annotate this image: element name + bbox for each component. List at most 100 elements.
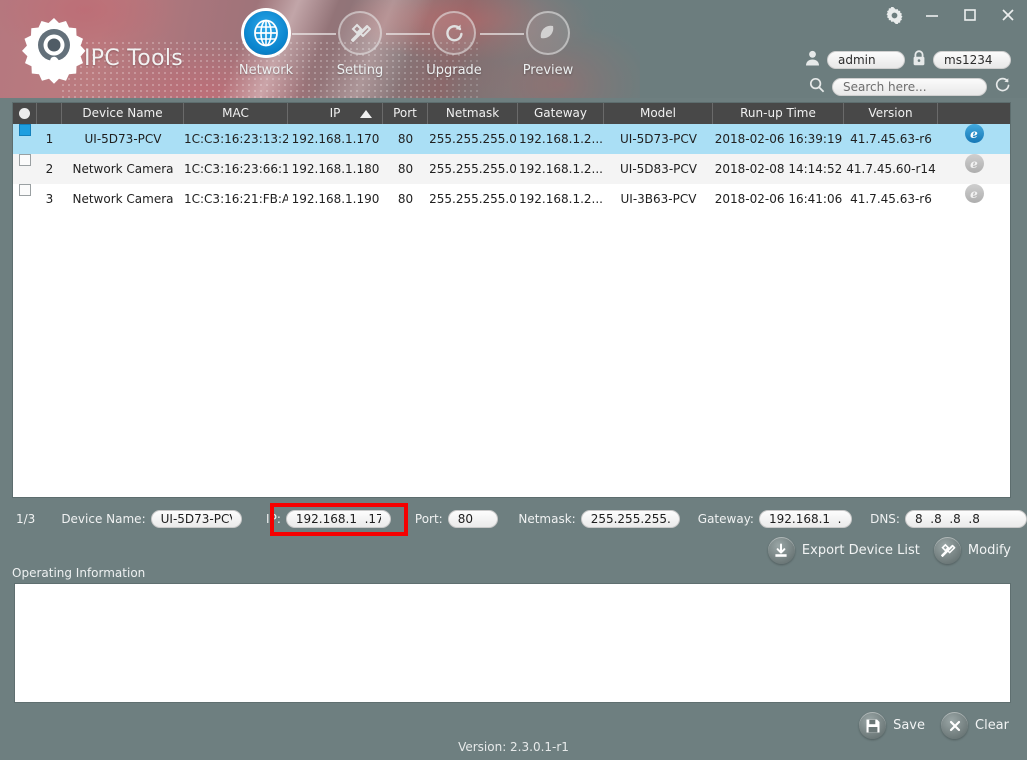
row-netmask: 255.255.255.0 bbox=[428, 124, 518, 154]
ip-label: IP: bbox=[266, 512, 281, 526]
row-port: 80 bbox=[383, 124, 428, 154]
row-link-cell[interactable]: e bbox=[938, 184, 1010, 214]
column-ip[interactable]: IP bbox=[288, 103, 383, 124]
username-value: admin bbox=[838, 53, 876, 67]
password-value: ms1234 bbox=[944, 53, 992, 67]
row-link-cell[interactable]: e bbox=[938, 154, 1010, 184]
column-netmask[interactable]: Netmask bbox=[428, 103, 518, 124]
row-device-name: Network Camera bbox=[62, 154, 184, 184]
tools-icon bbox=[934, 537, 961, 564]
row-runup-time: 2018-02-06 16:39:19 bbox=[713, 124, 844, 154]
internet-explorer-icon[interactable]: e bbox=[965, 154, 984, 173]
column-device-name[interactable]: Device Name bbox=[62, 103, 184, 124]
table-row[interactable]: 1 UI-5D73-PCV 1C:C3:16:23:13:2F 192.168.… bbox=[13, 124, 1010, 154]
clear-button[interactable]: Clear bbox=[941, 712, 1009, 739]
nav-item-network[interactable]: Network bbox=[218, 6, 314, 78]
row-checkbox[interactable] bbox=[19, 154, 31, 166]
row-version: 41.7.45.63-r6 bbox=[844, 184, 938, 214]
ipc-tools-window: IPC Tools Network bbox=[0, 0, 1027, 760]
globe-icon bbox=[244, 11, 288, 55]
column-mac-label: MAC bbox=[222, 106, 249, 120]
nav-label-network: Network bbox=[218, 63, 314, 78]
app-logo-icon bbox=[18, 14, 90, 86]
search-icon[interactable] bbox=[809, 77, 825, 97]
export-device-list-button[interactable]: Export Device List bbox=[768, 537, 920, 564]
save-button[interactable]: Save bbox=[859, 712, 925, 739]
row-version: 41.7.45.60-r14 bbox=[844, 154, 938, 184]
row-checkbox-cell[interactable] bbox=[13, 124, 37, 154]
username-field[interactable]: admin bbox=[827, 51, 905, 69]
close-icon[interactable] bbox=[997, 4, 1019, 26]
row-link-cell[interactable]: e bbox=[938, 124, 1010, 154]
netmask-input[interactable] bbox=[581, 510, 680, 528]
row-index: 1 bbox=[37, 124, 62, 154]
port-input-field[interactable] bbox=[458, 512, 489, 526]
dns-input-field[interactable] bbox=[915, 512, 1017, 526]
refresh-circle-icon[interactable] bbox=[994, 76, 1011, 97]
gateway-input[interactable] bbox=[759, 510, 852, 528]
row-checkbox[interactable] bbox=[19, 184, 31, 196]
device-name-input-field[interactable] bbox=[161, 512, 232, 526]
ip-input-field[interactable] bbox=[296, 512, 381, 526]
close-circle-icon bbox=[941, 712, 968, 739]
column-device-name-label: Device Name bbox=[82, 106, 162, 120]
column-mac[interactable]: MAC bbox=[184, 103, 288, 124]
search-input[interactable] bbox=[832, 78, 987, 96]
password-field[interactable]: ms1234 bbox=[933, 51, 1011, 69]
dns-input[interactable] bbox=[905, 510, 1027, 528]
row-mac: 1C:C3:16:23:66:16 bbox=[184, 154, 288, 184]
row-checkbox[interactable] bbox=[19, 124, 31, 136]
row-model: UI-3B63-PCV bbox=[604, 184, 713, 214]
row-index: 2 bbox=[37, 154, 62, 184]
row-netmask: 255.255.255.0 bbox=[428, 184, 518, 214]
gear-icon[interactable] bbox=[883, 4, 905, 26]
lock-icon bbox=[912, 50, 926, 70]
netmask-label: Netmask: bbox=[518, 512, 575, 526]
column-port[interactable]: Port bbox=[383, 103, 428, 124]
row-ip: 192.168.1.190 bbox=[288, 184, 383, 214]
window-controls bbox=[883, 4, 1019, 26]
device-name-label: Device Name: bbox=[61, 512, 145, 526]
table-row[interactable]: 2 Network Camera 1C:C3:16:23:66:16 192.1… bbox=[13, 154, 1010, 184]
column-runup-time-label: Run-up Time bbox=[740, 106, 816, 120]
row-checkbox-cell[interactable] bbox=[13, 184, 37, 214]
column-index[interactable] bbox=[37, 103, 62, 124]
clear-label: Clear bbox=[975, 718, 1009, 733]
gateway-label: Gateway: bbox=[698, 512, 754, 526]
row-runup-time: 2018-02-08 14:14:52 bbox=[713, 154, 844, 184]
table-actions: Export Device List Modify bbox=[768, 537, 1011, 564]
select-all-checkbox[interactable] bbox=[19, 108, 30, 119]
port-input[interactable] bbox=[448, 510, 499, 528]
log-actions: Save Clear bbox=[859, 712, 1009, 739]
nav-label-setting: Setting bbox=[312, 63, 408, 78]
row-checkbox-cell[interactable] bbox=[13, 154, 37, 184]
search-input-field[interactable] bbox=[843, 80, 976, 94]
column-ip-label: IP bbox=[330, 106, 341, 120]
ip-input[interactable] bbox=[286, 510, 391, 528]
modify-button[interactable]: Modify bbox=[934, 537, 1011, 564]
device-edit-form: 1/3 Device Name: IP: Port: Netmask: Gate… bbox=[0, 505, 1027, 533]
row-device-name: UI-5D73-PCV bbox=[62, 124, 184, 154]
operating-information-box[interactable] bbox=[14, 583, 1011, 703]
nav-item-upgrade[interactable]: Upgrade bbox=[406, 6, 502, 78]
internet-explorer-icon[interactable]: e bbox=[965, 124, 984, 143]
page-counter: 1/3 bbox=[16, 512, 35, 526]
refresh-icon bbox=[432, 11, 476, 55]
netmask-input-field[interactable] bbox=[591, 512, 670, 526]
maximize-icon[interactable] bbox=[959, 4, 981, 26]
column-runup-time[interactable]: Run-up Time bbox=[713, 103, 844, 124]
row-ip: 192.168.1.180 bbox=[288, 154, 383, 184]
device-name-input[interactable] bbox=[151, 510, 242, 528]
internet-explorer-icon[interactable]: e bbox=[965, 184, 984, 203]
column-version[interactable]: Version bbox=[844, 103, 938, 124]
gateway-input-field[interactable] bbox=[769, 512, 842, 526]
nav-item-setting[interactable]: Setting bbox=[312, 6, 408, 78]
minimize-icon[interactable] bbox=[921, 4, 943, 26]
port-label: Port: bbox=[415, 512, 443, 526]
table-row[interactable]: 3 Network Camera 1C:C3:16:21:FB:A8 192.1… bbox=[13, 184, 1010, 214]
column-model[interactable]: Model bbox=[604, 103, 713, 124]
nav-item-preview[interactable]: Preview bbox=[500, 6, 596, 78]
column-select-all[interactable] bbox=[13, 103, 37, 124]
search-row bbox=[809, 76, 1011, 97]
column-gateway[interactable]: Gateway bbox=[518, 103, 604, 124]
